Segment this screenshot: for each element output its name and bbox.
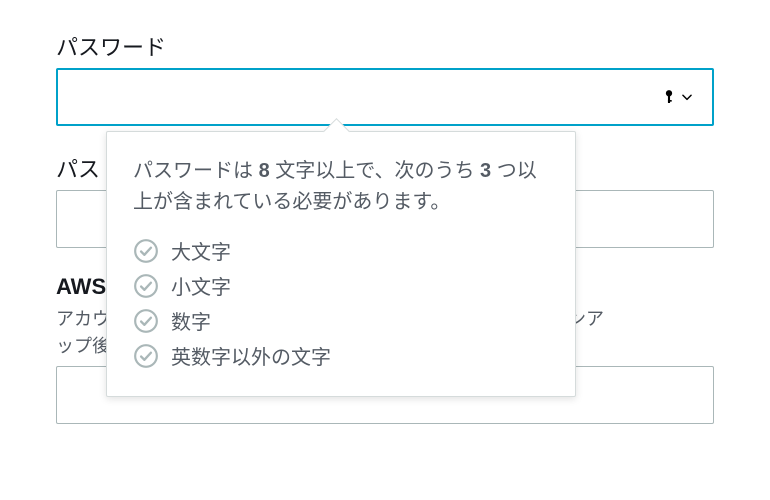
popover-description: パスワードは 8 文字以上で、次のうち 3 つ以上が含まれている必要があります。 <box>133 156 549 218</box>
requirement-item: 英数字以外の文字 <box>133 341 549 370</box>
requirement-item: 大文字 <box>133 236 549 265</box>
key-icon <box>660 88 678 106</box>
check-circle-icon <box>133 343 159 369</box>
requirement-item: 数字 <box>133 306 549 335</box>
requirement-label: 数字 <box>171 306 211 335</box>
check-circle-icon <box>133 238 159 264</box>
password-requirements-popover: パスワードは 8 文字以上で、次のうち 3 つ以上が含まれている必要があります。… <box>106 131 576 397</box>
password-input[interactable] <box>70 86 660 109</box>
password-input-container[interactable] <box>56 68 714 126</box>
check-circle-icon <box>133 308 159 334</box>
chevron-down-icon <box>680 90 694 104</box>
requirement-item: 小文字 <box>133 271 549 300</box>
password-label: パスワード <box>56 30 714 62</box>
requirements-list: 大文字 小文字 数字 英数字以外の文字 <box>133 236 549 370</box>
requirement-label: 小文字 <box>171 271 231 300</box>
requirement-label: 英数字以外の文字 <box>171 341 331 370</box>
check-circle-icon <box>133 273 159 299</box>
password-manager-dropdown[interactable] <box>660 88 700 106</box>
requirement-label: 大文字 <box>171 236 231 265</box>
